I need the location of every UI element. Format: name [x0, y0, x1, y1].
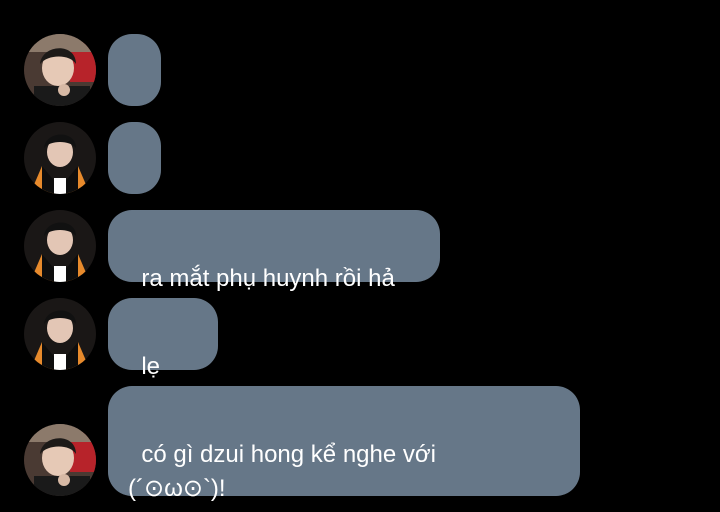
- avatar-boy-orange-stripes[interactable]: [24, 210, 96, 282]
- message-bubble[interactable]: có gì dzui hong kể nghe với (´⊙ω⊙`)!: [108, 386, 580, 502]
- avatar-boy-red-chair[interactable]: [24, 424, 96, 496]
- message-bubble[interactable]: ?: [108, 34, 161, 150]
- message-bubble[interactable]: lẹ vậy: [108, 298, 218, 414]
- avatar-boy-red-chair[interactable]: [24, 34, 96, 106]
- message-bubble[interactable]: ?: [108, 122, 161, 238]
- avatar-boy-orange-stripes[interactable]: [24, 122, 96, 194]
- message-text: ra mắt phụ huynh rồi hả: [141, 265, 395, 292]
- avatar-boy-orange-stripes[interactable]: [24, 298, 96, 370]
- message-bubble[interactable]: ra mắt phụ huynh rồi hả: [108, 210, 440, 292]
- message-text: có gì dzui hong kể nghe với (´⊙ω⊙`)!: [128, 441, 436, 502]
